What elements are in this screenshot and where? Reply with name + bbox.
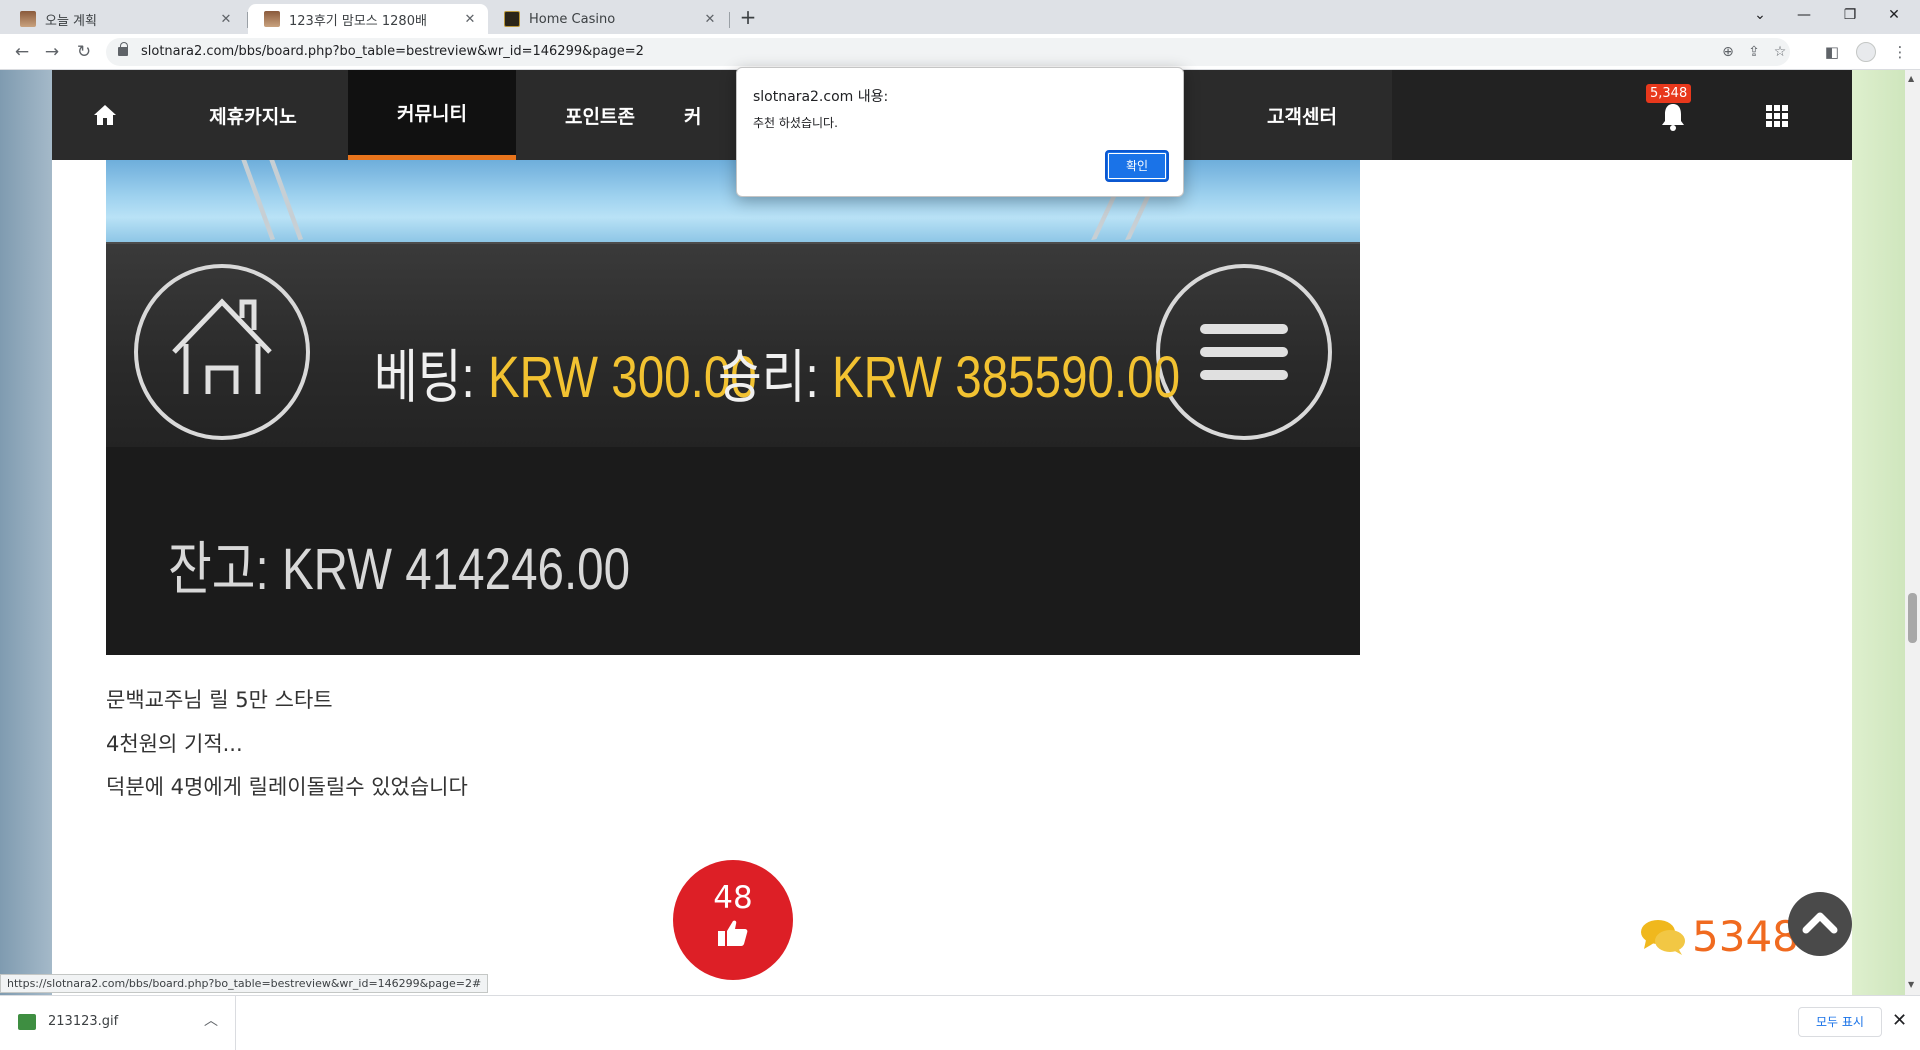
game-menu-button [1156, 264, 1332, 440]
notification-badge: 5,348 [1646, 84, 1692, 103]
comment-counter[interactable]: 5348 [1640, 912, 1799, 961]
browser-toolbar: ← → ↻ slotnara2.com/bbs/board.php?bo_tab… [0, 34, 1920, 70]
address-bar[interactable]: slotnara2.com/bbs/board.php?bo_table=bes… [106, 38, 1790, 66]
lock-icon[interactable] [118, 42, 128, 56]
house-icon [172, 298, 272, 394]
close-icon[interactable]: ✕ [702, 12, 718, 27]
apps-grid-icon[interactable] [1766, 105, 1788, 127]
win-readout: 승리: KRW 385590.00 [718, 330, 1180, 414]
balance-readout: 잔고: KRW 414246.00 [168, 522, 630, 606]
back-icon[interactable]: ← [10, 40, 34, 64]
tab-title: 오늘 계획 [45, 13, 97, 29]
hamburger-icon [1200, 324, 1288, 380]
tab-review-post[interactable]: 123후기 맘모스 1280배 ✕ [248, 4, 488, 34]
close-icon[interactable]: ✕ [462, 12, 478, 27]
reload-icon[interactable]: ↻ [72, 40, 96, 64]
nav-customer-center[interactable]: 고객센터 [1212, 70, 1392, 160]
minimize-icon[interactable]: — [1792, 4, 1816, 28]
tab-search-chevron-icon[interactable]: ⌄ [1748, 4, 1772, 28]
bell-icon[interactable] [1660, 102, 1686, 132]
site-favicon-icon [264, 11, 280, 27]
url-text[interactable]: slotnara2.com/bbs/board.php?bo_table=bes… [141, 44, 644, 59]
page-viewport: 제휴카지노 커뮤니티 포인트존 커 고객센터 5,348 베팅: KRW 300… [0, 70, 1905, 995]
win-value: KRW 385590.00 [831, 345, 1181, 410]
post-text-line: 문백교주님 릴 5만 스타트 [106, 688, 333, 712]
tab-divider [729, 12, 730, 28]
download-file-name[interactable]: 213123.gif [48, 1014, 118, 1029]
download-item[interactable]: 213123.gif ︿ [0, 996, 236, 1050]
new-tab-plus-icon[interactable]: + [736, 6, 760, 30]
share-icon[interactable]: ⇪ [1744, 42, 1764, 62]
alert-dialog: slotnara2.com 내용: 추천 하셨습니다. 확인 [736, 67, 1184, 197]
star-icon[interactable]: ☆ [1770, 42, 1790, 62]
home-icon[interactable] [52, 70, 158, 160]
alert-ok-button[interactable]: 확인 [1105, 150, 1169, 182]
alert-title: slotnara2.com 내용: [753, 89, 889, 105]
alert-message: 추천 하셨습니다. [753, 116, 838, 130]
game-home-button [134, 264, 310, 440]
bet-label: 베팅: [374, 345, 475, 410]
show-all-button[interactable]: 모두 표시 [1798, 1007, 1882, 1037]
comments-icon [1641, 919, 1685, 955]
nav-partner-casino[interactable]: 제휴카지노 [158, 70, 348, 160]
recommend-button[interactable]: 48 [673, 860, 793, 980]
post-text-line: 4천원의 기적... [106, 732, 243, 756]
win-label: 승리: [718, 345, 819, 410]
close-icon[interactable]: ✕ [1892, 1010, 1907, 1031]
balance-value: KRW 414246.00 [281, 537, 631, 602]
scroll-down-arrow-icon[interactable]: ▼ [1908, 980, 1914, 989]
chevron-up-icon [1802, 912, 1838, 934]
site-favicon-icon [20, 11, 36, 27]
scrollbar-thumb[interactable] [1908, 593, 1917, 643]
zoom-icon[interactable]: ⊕ [1718, 42, 1738, 62]
scroll-to-top-button[interactable] [1788, 892, 1852, 956]
tab-home-casino[interactable]: Home Casino ✕ [488, 4, 728, 34]
comment-count: 5348 [1692, 912, 1799, 961]
tab-today-plan[interactable]: 오늘 계획 ✕ [4, 4, 244, 34]
casino-favicon-icon [504, 11, 520, 27]
nav-community[interactable]: 커뮤니티 [348, 70, 516, 160]
bet-readout: 베팅: KRW 300.00 [374, 330, 757, 414]
thumbs-up-icon [718, 920, 748, 946]
tab-title: Home Casino [529, 11, 616, 27]
sidepanel-icon[interactable]: ◧ [1822, 42, 1842, 62]
profile-icon[interactable] [1856, 42, 1876, 62]
recommend-count: 48 [713, 880, 753, 916]
tab-strip: 오늘 계획 ✕ 123후기 맘모스 1280배 ✕ Home Casino ✕ … [0, 0, 1920, 34]
downloads-bar: 213123.gif ︿ 모두 표시 ✕ [0, 995, 1920, 1050]
tab-title: 123후기 맘모스 1280배 [289, 13, 427, 29]
bet-value: KRW 300.00 [487, 345, 757, 410]
nav-partial-item[interactable]: 커 [684, 70, 724, 160]
status-bar-url: https://slotnara2.com/bbs/board.php?bo_t… [0, 974, 489, 993]
window-close-icon[interactable]: ✕ [1882, 4, 1906, 28]
forward-icon[interactable]: → [40, 40, 64, 64]
chevron-up-icon[interactable]: ︿ [204, 1010, 218, 1030]
scroll-up-arrow-icon[interactable]: ▲ [1908, 74, 1914, 83]
post-text-line: 덕분에 4명에게 릴레이돌릴수 있었습니다 [106, 775, 468, 799]
nav-point-zone[interactable]: 포인트존 [516, 70, 684, 160]
restore-icon[interactable]: ❐ [1838, 4, 1862, 28]
game-result-image: 베팅: KRW 300.00 승리: KRW 385590.00 잔고: KRW… [106, 160, 1360, 655]
page-scrollbar[interactable]: ▲ ▼ [1905, 70, 1920, 995]
menu-icon[interactable]: ⋮ [1890, 42, 1910, 62]
close-icon[interactable]: ✕ [218, 12, 234, 27]
gif-file-icon [18, 1014, 36, 1030]
balance-label: 잔고: [168, 537, 269, 602]
